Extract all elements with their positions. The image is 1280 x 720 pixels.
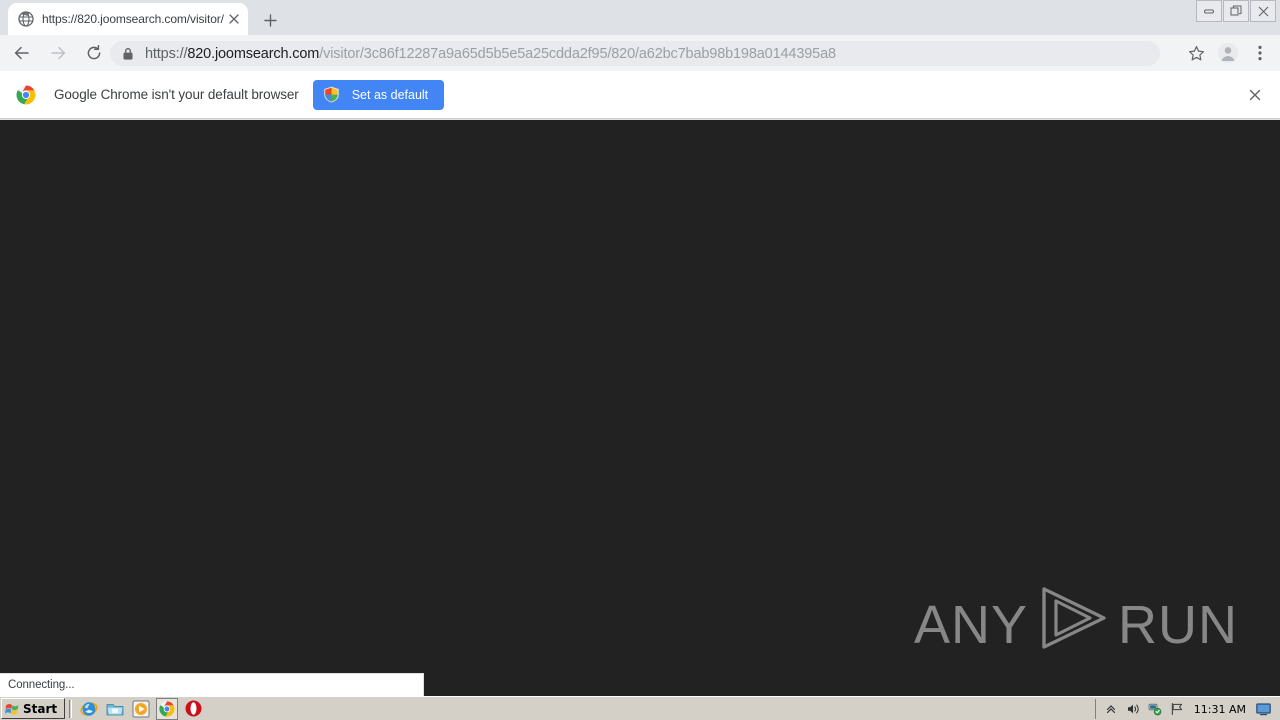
three-dot-menu-icon[interactable] [1246, 39, 1274, 67]
tab-title: https://820.joomsearch.com/visitor/ [42, 12, 224, 26]
tab-close-icon[interactable] [224, 9, 244, 29]
chrome-icon[interactable] [156, 697, 179, 720]
new-tab-button[interactable] [256, 6, 284, 34]
status-text: Connecting... [8, 679, 75, 691]
shield-icon [323, 86, 340, 103]
restore-button[interactable] [1223, 0, 1249, 22]
infobar-message: Google Chrome isn't your default browser [54, 87, 299, 102]
url-path: /visitor/3c86f12287a9a65d5b5e5a25cdda2f9… [319, 45, 836, 62]
network-icon[interactable] [1147, 701, 1163, 717]
back-arrow-icon[interactable] [8, 39, 36, 67]
reload-icon[interactable] [80, 39, 108, 67]
windows-taskbar: Start 11:31 AM [0, 696, 1280, 720]
opera-icon[interactable] [182, 698, 204, 720]
url-host: 820.joomsearch.com [187, 45, 320, 62]
address-bar[interactable]: https://820.joomsearch.com/visitor/3c86f… [110, 41, 1160, 66]
start-label: Start [23, 701, 58, 716]
window-controls [1195, 0, 1276, 26]
show-desktop-folder-icon[interactable] [104, 698, 126, 720]
globe-icon [18, 11, 34, 27]
internet-explorer-icon[interactable] [78, 698, 100, 720]
show-hidden-icons-icon[interactable] [1103, 701, 1119, 717]
anyrun-play-logo-icon [1034, 585, 1112, 664]
url-text: https://820.joomsearch.com/visitor/3c86f… [145, 46, 836, 62]
browser-tab[interactable]: https://820.joomsearch.com/visitor/ [8, 3, 248, 35]
star-icon[interactable] [1182, 39, 1210, 67]
watermark-right-text: RUN [1118, 594, 1238, 655]
default-browser-infobar: Google Chrome isn't your default browser… [0, 71, 1280, 119]
system-tray: 11:31 AM [1094, 699, 1278, 719]
watermark-left-text: ANY [913, 594, 1028, 655]
plus-icon [263, 13, 277, 27]
lock-icon [122, 47, 136, 61]
clock[interactable]: 11:31 AM [1194, 703, 1246, 716]
infobar-close-icon[interactable] [1244, 84, 1266, 106]
flag-action-center-icon[interactable] [1169, 701, 1185, 717]
chrome-logo-icon [16, 85, 36, 105]
taskbar-divider [69, 699, 73, 718]
browser-toolbar: https://820.joomsearch.com/visitor/3c86f… [0, 35, 1280, 71]
close-button[interactable] [1250, 0, 1276, 22]
set-as-default-button[interactable]: Set as default [312, 79, 445, 110]
volume-icon[interactable] [1125, 701, 1141, 717]
media-player-icon[interactable] [130, 698, 152, 720]
forward-arrow-icon[interactable] [44, 39, 72, 67]
url-scheme: https:// [145, 45, 188, 62]
avatar-icon[interactable] [1214, 39, 1242, 67]
status-bubble: Connecting... [0, 673, 424, 696]
minimize-button[interactable] [1196, 0, 1222, 22]
windows-flag-icon [5, 701, 20, 716]
start-button[interactable]: Start [1, 698, 66, 719]
chrome-browser-window: https://820.joomsearch.com/visitor/ http… [0, 0, 1280, 696]
show-desktop-icon[interactable] [1255, 701, 1271, 717]
page-viewport: ANY RUN [0, 120, 1280, 696]
set-as-default-label: Set as default [351, 87, 429, 102]
tab-strip: https://820.joomsearch.com/visitor/ [0, 0, 1280, 35]
screen: https://820.joomsearch.com/visitor/ http… [0, 0, 1280, 720]
anyrun-watermark: ANY RUN [914, 585, 1238, 664]
toolbar-right-buttons [1178, 39, 1274, 67]
